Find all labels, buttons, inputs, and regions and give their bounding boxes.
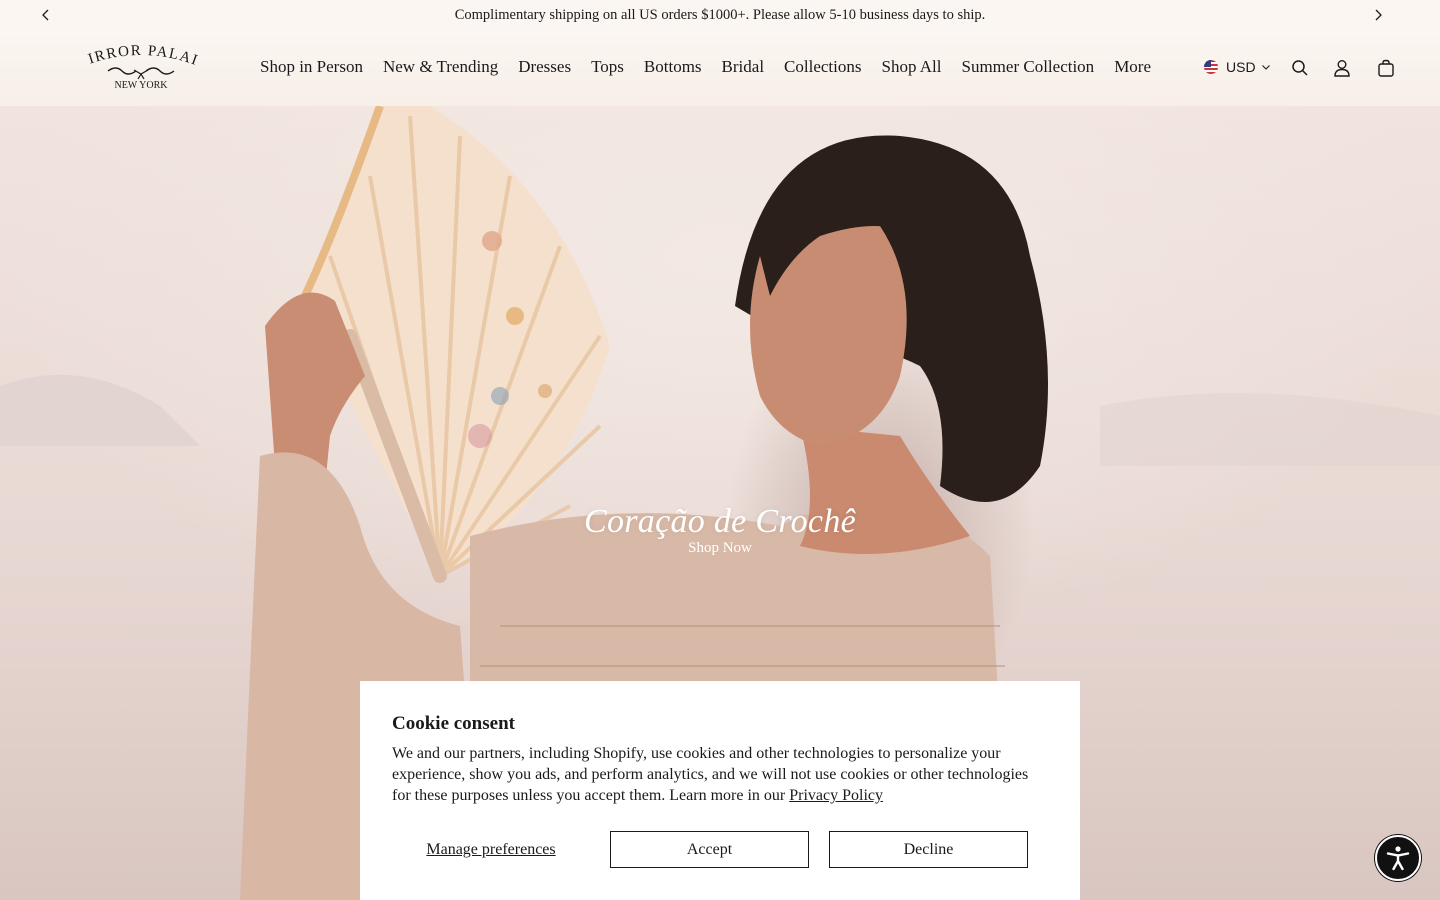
shop-now-link[interactable]: Shop Now bbox=[0, 540, 1440, 557]
chevron-down-icon bbox=[1261, 65, 1270, 70]
nav-item-new-trending[interactable]: New & Trending bbox=[383, 57, 498, 77]
account-icon[interactable] bbox=[1332, 58, 1352, 78]
nav-item-summer-collection[interactable]: Summer Collection bbox=[962, 57, 1095, 77]
privacy-policy-link[interactable]: Privacy Policy bbox=[789, 787, 883, 804]
nav-item-shop-in-person[interactable]: Shop in Person bbox=[260, 57, 363, 77]
currency-label: USD bbox=[1226, 59, 1256, 75]
hero-title: Coração de Crochê bbox=[583, 503, 857, 540]
logo-name-bottom: NEW YORK bbox=[114, 80, 168, 91]
nav-item-bottoms[interactable]: Bottoms bbox=[644, 57, 702, 77]
manage-preferences-button[interactable]: Manage preferences bbox=[392, 831, 590, 868]
accessibility-button[interactable] bbox=[1375, 835, 1421, 881]
search-icon[interactable] bbox=[1290, 58, 1310, 78]
accessibility-icon bbox=[1386, 846, 1410, 871]
cookie-body-text: We and our partners, including Shopify, … bbox=[392, 745, 1029, 804]
cookie-title: Cookie consent bbox=[392, 713, 515, 734]
chevron-right-icon[interactable] bbox=[1370, 7, 1386, 23]
announcement-bar: Complimentary shipping on all US orders … bbox=[0, 0, 1440, 30]
nav-item-bridal[interactable]: Bridal bbox=[722, 57, 765, 77]
brand-logo[interactable]: MIRROR PALAIS NEW YORK bbox=[71, 28, 204, 92]
accept-button[interactable]: Accept bbox=[610, 831, 809, 868]
cookie-body: We and our partners, including Shopify, … bbox=[392, 743, 1042, 806]
cookie-consent-dialog: Cookie consent We and our partners, incl… bbox=[360, 681, 1080, 900]
nav-item-more[interactable]: More bbox=[1114, 57, 1151, 77]
nav-item-tops[interactable]: Tops bbox=[591, 57, 624, 77]
site-header: MIRROR PALAIS NEW YORK Shop in Person Ne… bbox=[0, 28, 1440, 106]
nav-item-shop-all[interactable]: Shop All bbox=[882, 57, 942, 77]
announcement-text: Complimentary shipping on all US orders … bbox=[454, 6, 986, 23]
nav-item-collections[interactable]: Collections bbox=[784, 57, 861, 77]
us-flag-icon bbox=[1204, 60, 1218, 74]
chevron-left-icon[interactable] bbox=[38, 7, 54, 23]
decline-button[interactable]: Decline bbox=[829, 831, 1028, 868]
main-nav: Shop in Person New & Trending Dresses To… bbox=[260, 57, 1171, 77]
logo-name-top: MIRROR PALAIS bbox=[71, 28, 200, 69]
svg-text:MIRROR PALAIS: MIRROR PALAIS bbox=[78, 40, 201, 69]
cookie-actions: Manage preferences Accept Decline bbox=[392, 831, 1048, 868]
currency-selector[interactable]: USD bbox=[1204, 59, 1271, 75]
nav-item-dresses[interactable]: Dresses bbox=[518, 57, 571, 77]
cart-icon[interactable] bbox=[1376, 58, 1396, 78]
shop-now-label[interactable]: Shop Now bbox=[688, 540, 752, 556]
